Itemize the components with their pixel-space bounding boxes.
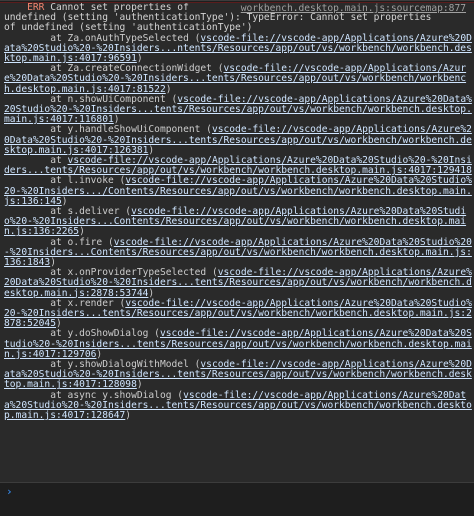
console-input[interactable]: ›: [0, 486, 474, 500]
console-divider: [0, 0, 474, 1]
stack-frame: at async y.showDialog (vscode-file://vsc…: [4, 390, 474, 422]
stack-frame: at s.deliver (vscode-file://vscode-app/A…: [4, 206, 474, 238]
stack-frame: at vscode-file://vscode-app/Applications…: [4, 155, 474, 176]
stack-frame: at x.render (vscode-file://vscode-app/Ap…: [4, 298, 474, 330]
stack-frame-source-link[interactable]: vscode-file://vscode-app/Applications/Az…: [4, 155, 472, 176]
console-error-message: workbench.desktop.main.js:sourcemap:877 …: [0, 2, 474, 483]
stack-frame-close-paren: ): [125, 410, 132, 422]
stack-frame: at Za.onAuthTypeSelected (vscode-file://…: [4, 33, 474, 65]
stack-trace: at Za.onAuthTypeSelected (vscode-file://…: [4, 33, 474, 422]
stack-frame: at y.showDialogWithModel (vscode-file://…: [4, 359, 474, 391]
chevron-right-icon: ›: [6, 485, 13, 498]
stack-frame: at l.invoke (vscode-file://vscode-app/Ap…: [4, 176, 474, 207]
devtools-console: workbench.desktop.main.js:sourcemap:877 …: [0, 0, 474, 516]
source-map-link[interactable]: workbench.desktop.main.js:sourcemap:877: [241, 3, 466, 14]
stack-frame: at y.handleShowUiComponent (vscode-file:…: [4, 125, 474, 156]
stack-frame: at Za.createConnectionWidget (vscode-fil…: [4, 64, 474, 95]
console-empty-area: [0, 500, 474, 516]
stack-frame: at y.doShowDialog (vscode-file://vscode-…: [4, 329, 474, 360]
stack-frame: at n.showUiComponent (vscode-file://vsco…: [4, 94, 474, 126]
stack-frame: at x.onProviderTypeSelected (vscode-file…: [4, 268, 474, 299]
stack-frame: at o.fire (vscode-file://vscode-app/Appl…: [4, 237, 474, 269]
